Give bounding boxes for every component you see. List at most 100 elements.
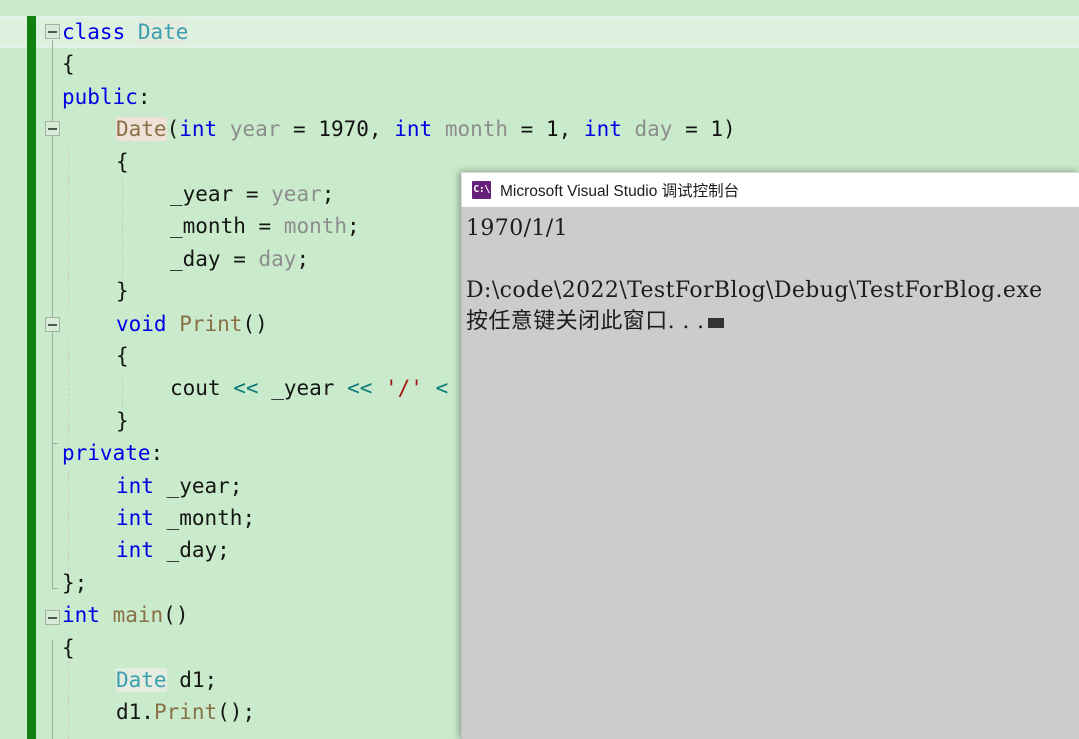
code-token: 1970 xyxy=(318,117,369,142)
change-indicator-bar xyxy=(27,16,36,739)
code-token: int xyxy=(116,538,154,563)
code-line-19[interactable]: int main() xyxy=(62,599,188,631)
code-line-8[interactable]: _day = day; xyxy=(170,243,309,275)
code-token: _year; xyxy=(166,473,243,498)
code-token: private xyxy=(62,441,151,466)
code-line-7[interactable]: _month = month; xyxy=(170,210,360,242)
code-token: _year xyxy=(170,182,234,206)
code-line-5[interactable]: { xyxy=(116,146,129,178)
code-line-3[interactable]: public: xyxy=(62,81,151,113)
indent-guide-3 xyxy=(68,472,69,580)
code-line-12[interactable]: cout << _year << '/' < xyxy=(170,372,448,404)
code-token: year xyxy=(271,182,322,206)
code-token: = xyxy=(233,182,272,206)
code-token: day xyxy=(258,246,297,271)
code-token: _year xyxy=(271,376,335,401)
code-line-9[interactable]: } xyxy=(116,275,129,307)
code-token: << xyxy=(347,376,373,401)
fold-marker-constructor[interactable] xyxy=(45,121,60,136)
indent-guide-5 xyxy=(122,178,123,278)
code-line-1[interactable]: class Date xyxy=(62,16,189,48)
indent-guide-1 xyxy=(68,146,69,310)
fold-connector-ctor xyxy=(52,148,53,308)
code-token: { xyxy=(62,635,75,660)
code-token: { xyxy=(116,149,129,174)
code-token: 1 xyxy=(545,117,559,142)
fold-marker-main[interactable] xyxy=(45,610,60,625)
code-token: int xyxy=(116,506,154,530)
fold-connector-print xyxy=(52,345,53,443)
screenshot-root: class Date{public: Date(int year = 1970, … xyxy=(0,0,1079,739)
code-line-6[interactable]: _year = year; xyxy=(170,178,334,210)
code-token: () xyxy=(242,311,268,336)
code-line-4[interactable]: Date(int year = 1970, int month = 1, int… xyxy=(116,113,736,145)
code-token: < xyxy=(422,376,449,401)
code-token: int xyxy=(179,117,218,142)
code-token: public xyxy=(62,84,138,109)
console-output-line: D:\code\2022\TestForBlog\Debug\TestForBl… xyxy=(466,278,1043,303)
code-line-18[interactable]: }; xyxy=(62,567,87,599)
console-output-line: 1970/1/1 xyxy=(466,216,569,241)
code-token: _month xyxy=(170,214,246,239)
code-token: int xyxy=(583,117,622,142)
code-token: void xyxy=(116,311,167,336)
indent-guide-6 xyxy=(122,374,123,408)
code-token: Print xyxy=(179,311,243,336)
code-token: : xyxy=(150,441,164,466)
code-token: = xyxy=(220,246,259,271)
code-token: = xyxy=(280,117,319,142)
code-token: } xyxy=(116,408,129,433)
code-token: : xyxy=(137,84,151,109)
code-line-16[interactable]: int _month; xyxy=(116,502,255,534)
fold-connector-print-end xyxy=(52,443,58,444)
code-token: '/' xyxy=(385,376,423,401)
debug-console-window[interactable]: C:\ Microsoft Visual Studio 调试控制台 1970/1… xyxy=(461,172,1079,739)
code-token: , xyxy=(368,117,395,142)
code-token: d1; xyxy=(166,668,218,692)
code-token: = xyxy=(508,117,546,142)
fold-connector-class-end xyxy=(52,588,58,589)
code-line-14[interactable]: private: xyxy=(62,437,163,469)
code-token: int xyxy=(394,117,433,142)
code-token: Date xyxy=(137,20,189,44)
code-line-10[interactable]: void Print() xyxy=(116,308,268,340)
code-token: }; xyxy=(62,570,88,595)
code-token: cout xyxy=(170,376,221,401)
console-cursor xyxy=(707,318,724,328)
code-token: ; xyxy=(296,246,310,271)
code-line-13[interactable]: } xyxy=(116,405,129,437)
code-token: month xyxy=(444,117,509,142)
console-output-area[interactable]: 1970/1/1 D:\code\2022\TestForBlog\Debug\… xyxy=(461,207,1079,739)
fold-connector-main xyxy=(52,640,53,739)
code-token: , xyxy=(558,117,584,142)
code-line-20[interactable]: { xyxy=(62,632,75,664)
console-output-line-with-cursor: 按任意键关闭此窗口. . . xyxy=(466,306,1079,337)
code-token: _day xyxy=(170,246,221,271)
code-line-21[interactable]: Date d1; xyxy=(116,664,217,696)
code-token: 1 xyxy=(710,117,724,142)
code-token: = xyxy=(672,117,711,142)
code-line-11[interactable]: { xyxy=(116,340,129,372)
console-titlebar[interactable]: C:\ Microsoft Visual Studio 调试控制台 xyxy=(461,172,1079,207)
code-token: _month; xyxy=(166,506,256,530)
code-line-22[interactable]: d1.Print(); xyxy=(116,696,255,728)
code-line-2[interactable]: { xyxy=(62,48,75,80)
console-window-title: Microsoft Visual Studio 调试控制台 xyxy=(500,183,740,200)
code-line-17[interactable]: int _day; xyxy=(116,534,230,566)
code-token: main xyxy=(112,603,164,628)
console-prompt-text: 按任意键关闭此窗口. . . xyxy=(466,309,705,334)
code-token: Print xyxy=(153,700,218,725)
fold-marker-print[interactable] xyxy=(45,317,60,332)
code-token: ( xyxy=(166,117,180,142)
fold-marker-class[interactable] xyxy=(45,24,60,39)
code-line-15[interactable]: int _year; xyxy=(116,470,242,502)
